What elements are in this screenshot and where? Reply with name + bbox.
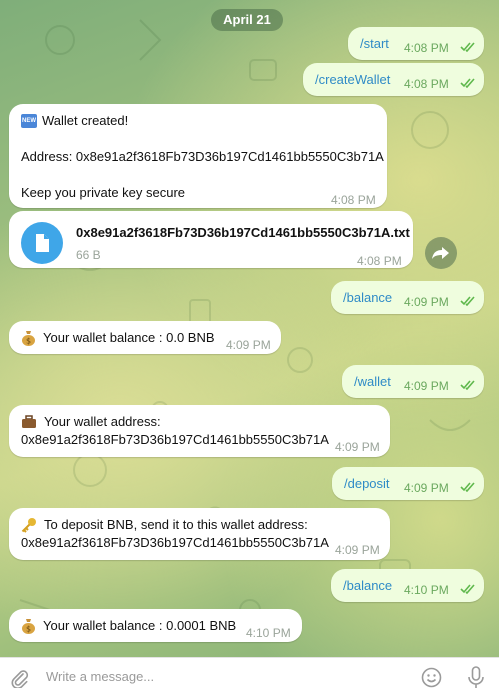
forward-button[interactable] — [425, 237, 457, 269]
message-text: /createWallet — [315, 72, 391, 87]
message-file[interactable]: 0x8e91a2f3618Fb73D36b197Cd1461bb5550C3b7… — [9, 211, 413, 268]
key-icon — [21, 518, 36, 533]
message-text: /balance — [343, 578, 393, 593]
file-size: 66 B — [76, 248, 101, 262]
message-text: Your wallet balance : 0.0001 BNB — [43, 618, 237, 633]
double-check-icon — [460, 296, 475, 306]
message-incoming[interactable]: To deposit BNB, send it to this wallet a… — [9, 508, 390, 560]
message-outgoing[interactable]: /deposit 4:09 PM — [332, 467, 484, 500]
double-check-icon — [460, 42, 475, 52]
message-time: 4:10 PM — [404, 583, 449, 597]
message-time: 4:08 PM — [404, 41, 449, 55]
emoji-icon[interactable] — [421, 667, 442, 688]
message-text: /start — [360, 36, 389, 51]
message-outgoing[interactable]: /start 4:08 PM — [348, 27, 484, 60]
message-incoming[interactable]: $ Your wallet balance : 0.0001 BNB 4:10 … — [9, 609, 302, 642]
message-time: 4:08 PM — [357, 254, 402, 268]
double-check-icon — [460, 380, 475, 390]
message-outgoing[interactable]: /wallet 4:09 PM — [342, 365, 484, 398]
briefcase-icon — [22, 415, 36, 428]
message-time: 4:09 PM — [404, 481, 449, 495]
message-time: 4:09 PM — [404, 379, 449, 393]
new-badge-icon: NEW — [21, 114, 37, 128]
message-outgoing[interactable]: /createWallet 4:08 PM — [303, 63, 484, 96]
file-download-button[interactable] — [21, 222, 63, 264]
message-input[interactable]: Write a message... — [46, 669, 154, 684]
double-check-icon — [460, 78, 475, 88]
message-text: Your wallet balance : 0.0 BNB — [43, 330, 215, 345]
message-text: To deposit BNB, send it to this wallet a… — [44, 517, 308, 532]
date-separator: April 21 — [211, 9, 283, 31]
svg-text:$: $ — [26, 337, 31, 346]
message-text: /balance — [343, 290, 393, 305]
svg-text:$: $ — [26, 625, 31, 634]
money-bag-icon: $ — [22, 331, 35, 346]
double-check-icon — [460, 482, 475, 492]
message-outgoing[interactable]: /balance 4:10 PM — [331, 569, 484, 602]
microphone-icon[interactable] — [467, 666, 485, 690]
message-outgoing[interactable]: /balance 4:09 PM — [331, 281, 484, 314]
file-name[interactable]: 0x8e91a2f3618Fb73D36b197Cd1461bb5550C3b7… — [76, 224, 410, 242]
message-time: 4:09 PM — [404, 295, 449, 309]
message-time: 4:08 PM — [404, 77, 449, 91]
money-bag-icon: $ — [22, 619, 35, 634]
message-time: 4:09 PM — [335, 543, 380, 557]
document-icon — [36, 234, 49, 252]
forward-arrow-icon — [432, 247, 449, 259]
double-check-icon — [460, 584, 475, 594]
message-incoming[interactable]: Your wallet address: 0x8e91a2f3618Fb73D3… — [9, 405, 390, 457]
message-text: Keep you private key secure — [21, 185, 186, 200]
paperclip-icon[interactable] — [9, 668, 29, 688]
message-text: Address: 0x8e91a2f3618Fb73D36b197Cd1461b… — [21, 149, 384, 164]
message-text: 0x8e91a2f3618Fb73D36b197Cd1461bb5550C3b7… — [21, 432, 329, 447]
message-text: 0x8e91a2f3618Fb73D36b197Cd1461bb5550C3b7… — [21, 535, 329, 550]
message-text: Wallet created! — [42, 113, 129, 128]
message-time: 4:08 PM — [331, 193, 376, 207]
message-incoming[interactable]: $ Your wallet balance : 0.0 BNB 4:09 PM — [9, 321, 281, 354]
message-time: 4:09 PM — [335, 440, 380, 454]
message-incoming[interactable]: NEW Wallet created! Address: 0x8e91a2f36… — [9, 104, 387, 208]
message-time: 4:09 PM — [226, 338, 271, 352]
message-time: 4:10 PM — [246, 626, 291, 640]
message-text: /wallet — [354, 374, 391, 389]
message-text: Your wallet address: — [44, 414, 161, 429]
message-text: /deposit — [344, 476, 390, 491]
message-composer: Write a message... — [0, 657, 499, 698]
